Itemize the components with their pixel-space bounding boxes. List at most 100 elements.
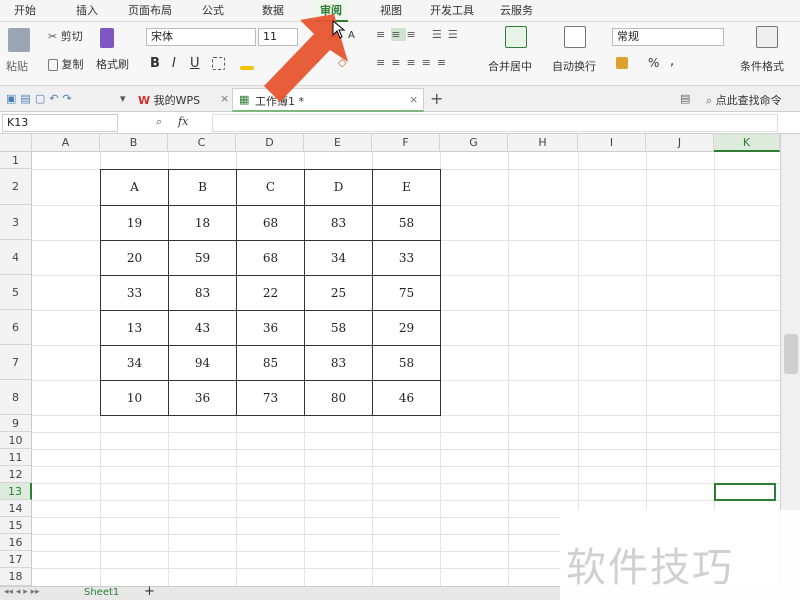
table-cell[interactable]: 58	[304, 310, 373, 346]
indent-group[interactable]: ☰☰	[432, 28, 464, 41]
table-cell[interactable]: 43	[168, 310, 237, 346]
row-header[interactable]: 2	[0, 169, 32, 205]
table-cell[interactable]: 13	[100, 310, 169, 346]
sheet-tab-sheet1[interactable]: Sheet1	[84, 587, 119, 598]
row-header[interactable]: 5	[0, 275, 32, 310]
wrap-text-button[interactable]: 自动换行	[552, 58, 596, 74]
table-cell[interactable]: 36	[236, 310, 305, 346]
table-cell[interactable]: 73	[236, 380, 305, 416]
table-cell[interactable]: 75	[372, 275, 441, 311]
column-header[interactable]: H	[508, 134, 578, 152]
table-cell[interactable]: 83	[304, 345, 373, 381]
tab-insert[interactable]: 插入	[70, 0, 104, 22]
table-cell[interactable]: 29	[372, 310, 441, 346]
percent-button[interactable]: %	[648, 56, 659, 70]
table-cell[interactable]: 83	[304, 205, 373, 241]
print-preview-icon[interactable]: ▢	[35, 92, 49, 105]
merge-center-button[interactable]: 合并居中	[488, 58, 532, 74]
table-cell[interactable]: 20	[100, 240, 169, 276]
table-cell[interactable]: 33	[100, 275, 169, 311]
table-cell[interactable]: 85	[236, 345, 305, 381]
zoom-icon[interactable]: ⌕	[156, 115, 162, 129]
tab-view[interactable]: 视图	[374, 0, 408, 22]
tab-cloud[interactable]: 云服务	[494, 0, 539, 22]
underline-button[interactable]: U	[190, 56, 200, 71]
redo-icon[interactable]: ↷	[62, 92, 75, 105]
row-header[interactable]: 15	[0, 517, 32, 534]
border-button[interactable]	[212, 56, 225, 70]
column-header-selected[interactable]: K	[714, 134, 780, 152]
scroll-thumb[interactable]	[784, 334, 798, 374]
row-header[interactable]: 7	[0, 345, 32, 380]
table-cell[interactable]: 68	[236, 205, 305, 241]
fx-button[interactable]: fx	[178, 115, 188, 128]
table-cell[interactable]: 22	[236, 275, 305, 311]
close-workbook-tab-icon[interactable]: ×	[409, 93, 418, 106]
table-cell[interactable]: 68	[236, 240, 305, 276]
row-header[interactable]: 3	[0, 205, 32, 240]
row-header[interactable]: 10	[0, 432, 32, 449]
selected-cell[interactable]	[714, 483, 776, 501]
table-header-cell[interactable]: B	[168, 169, 237, 206]
table-header-cell[interactable]: E	[372, 169, 441, 206]
table-cell[interactable]: 83	[168, 275, 237, 311]
print-icon[interactable]: ▤	[20, 92, 34, 105]
column-header[interactable]: G	[440, 134, 508, 152]
copy-button[interactable]: 复制	[48, 56, 84, 72]
table-header-cell[interactable]: D	[304, 169, 373, 206]
table-header-cell[interactable]: A	[100, 169, 169, 206]
tab-formulas[interactable]: 公式	[196, 0, 230, 22]
table-cell[interactable]: 46	[372, 380, 441, 416]
font-name-select[interactable]: 宋体	[146, 28, 256, 46]
save-icon[interactable]: ▣	[6, 92, 20, 105]
tab-page-layout[interactable]: 页面布局	[122, 0, 178, 22]
row-header[interactable]: 17	[0, 551, 32, 568]
table-cell[interactable]: 19	[100, 205, 169, 241]
row-header[interactable]: 12	[0, 466, 32, 483]
column-header[interactable]: D	[236, 134, 304, 152]
column-header[interactable]: E	[304, 134, 372, 152]
row-header[interactable]: 4	[0, 240, 32, 275]
format-painter-button[interactable]	[100, 28, 114, 48]
italic-button[interactable]: I	[172, 56, 176, 71]
currency-button[interactable]	[616, 56, 628, 69]
paste-button[interactable]	[8, 28, 30, 52]
table-cell[interactable]: 58	[372, 205, 441, 241]
column-header[interactable]: F	[372, 134, 440, 152]
undo-icon[interactable]: ↶	[49, 92, 62, 105]
table-cell[interactable]: 80	[304, 380, 373, 416]
column-header[interactable]: C	[168, 134, 236, 152]
cut-button[interactable]: ✂ 剪切	[48, 28, 83, 44]
row-header[interactable]: 9	[0, 415, 32, 432]
tab-developer[interactable]: 开发工具	[424, 0, 480, 22]
settings-icon[interactable]: ▤	[680, 92, 690, 105]
row-header[interactable]: 6	[0, 310, 32, 345]
vertical-align-group[interactable]: ≡≡≡	[376, 28, 422, 41]
table-cell[interactable]: 59	[168, 240, 237, 276]
column-header[interactable]: J	[646, 134, 714, 152]
row-header[interactable]: 18	[0, 568, 32, 586]
row-header[interactable]: 14	[0, 500, 32, 517]
column-header[interactable]: B	[100, 134, 168, 152]
table-cell[interactable]: 58	[372, 345, 441, 381]
table-cell[interactable]: 36	[168, 380, 237, 416]
column-header[interactable]: A	[32, 134, 100, 152]
bold-button[interactable]: B	[150, 56, 160, 71]
select-all-corner[interactable]	[0, 134, 32, 152]
row-header[interactable]: 1	[0, 152, 32, 169]
row-header-selected[interactable]: 13	[0, 483, 32, 500]
name-box[interactable]: K13	[2, 114, 118, 132]
close-wps-tab-icon[interactable]: ×	[220, 92, 229, 105]
column-header[interactable]: I	[578, 134, 646, 152]
thousands-button[interactable]: ,	[670, 54, 674, 69]
add-sheet-button[interactable]: +	[144, 584, 155, 599]
table-cell[interactable]: 33	[372, 240, 441, 276]
row-header[interactable]: 11	[0, 449, 32, 466]
table-cell[interactable]: 25	[304, 275, 373, 311]
sheet-nav-icon[interactable]: ◂◂ ◂ ▸ ▸▸	[4, 587, 40, 597]
command-search[interactable]: ⌕ 点此查找命令	[706, 92, 782, 108]
table-header-cell[interactable]: C	[236, 169, 305, 206]
conditional-format-button[interactable]: 条件格式	[740, 58, 784, 74]
row-header[interactable]: 16	[0, 534, 32, 551]
horizontal-align-group[interactable]: ≡≡≡≡≡	[376, 56, 452, 69]
